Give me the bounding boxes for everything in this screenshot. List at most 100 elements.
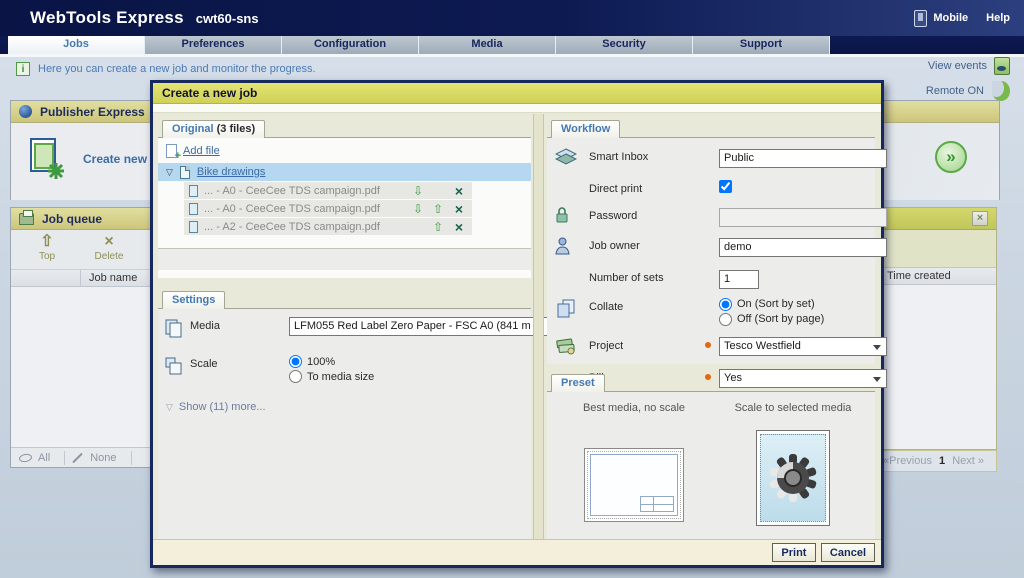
- project-cost-icon: [555, 337, 577, 355]
- move-up-icon[interactable]: ⇧: [431, 202, 445, 216]
- number-of-sets-label: Number of sets: [589, 269, 705, 284]
- direct-print-label: Direct print: [589, 180, 705, 195]
- dialog-strip: [153, 104, 881, 113]
- tab-configuration[interactable]: Configuration: [282, 36, 419, 54]
- tab-security[interactable]: Security: [556, 36, 693, 54]
- scale-to-media-radio[interactable]: To media size: [289, 370, 525, 383]
- smart-inbox-input[interactable]: [719, 149, 887, 168]
- top-bar: WebTools Express cwt60-sns Mobile Help: [0, 0, 1024, 36]
- move-down-icon[interactable]: ⇩: [411, 202, 425, 216]
- media-select[interactable]: LFM055 Red Label Zero Paper - FSC A0 (84…: [289, 317, 550, 336]
- create-job-dialog: Create a new job Original (3 files) Add …: [150, 80, 884, 568]
- printer-icon: [19, 213, 34, 225]
- select-all-icon: [18, 452, 32, 462]
- media-label: Media: [190, 317, 289, 332]
- delete-button[interactable]: × Delete: [83, 233, 135, 269]
- add-file-icon: [166, 144, 177, 158]
- tab-preferences[interactable]: Preferences: [145, 36, 282, 54]
- tab-jobs[interactable]: Jobs: [8, 36, 145, 54]
- original-section: Add file ▽ Bike drawings ... - A0 - CeeC…: [158, 137, 531, 278]
- remove-file-icon[interactable]: ×: [451, 203, 467, 215]
- preset-scale-to-media[interactable]: Scale to selected media: [733, 402, 853, 539]
- settings-section: Media LFM055 Red Label Zero Paper - FSC …: [158, 308, 531, 539]
- project-select[interactable]: Tesco Westfield: [719, 337, 887, 356]
- collate-icon: [555, 298, 577, 318]
- job-queue-select-column: [11, 270, 81, 286]
- select-all-link[interactable]: All: [38, 452, 50, 464]
- preset-best-media-thumbnail[interactable]: [584, 448, 684, 522]
- collate-label: Collate: [589, 298, 705, 313]
- view-events-button[interactable]: View events: [928, 57, 1010, 75]
- file-row[interactable]: ... - A0 - CeeCee TDS campaign.pdf ⇩ ×: [184, 182, 472, 199]
- group-document-icon: [180, 166, 190, 179]
- select-none-icon: [72, 452, 83, 463]
- close-panel-button[interactable]: ×: [972, 211, 988, 226]
- cancel-button[interactable]: Cancel: [821, 543, 875, 562]
- select-none-link[interactable]: None: [90, 452, 116, 464]
- original-file-count: (3 files): [217, 123, 256, 135]
- media-icon: [164, 318, 184, 338]
- scale-label: Scale: [190, 355, 289, 370]
- gear-image: [767, 452, 819, 504]
- job-owner-input[interactable]: [719, 238, 887, 257]
- job-name-column-header[interactable]: Job name: [81, 270, 137, 286]
- pdf-file-icon: [189, 221, 198, 233]
- help-button[interactable]: Help: [986, 12, 1010, 24]
- password-input: [719, 208, 887, 227]
- number-of-sets-input[interactable]: [719, 270, 759, 289]
- print-button[interactable]: Print: [772, 543, 816, 562]
- file-row[interactable]: ... - A2 - CeeCee TDS campaign.pdf ⇧ ×: [184, 218, 472, 235]
- job-owner-label: Job owner: [589, 237, 705, 252]
- file-group-row[interactable]: ▽ Bike drawings: [158, 163, 531, 181]
- remove-file-icon[interactable]: ×: [451, 185, 467, 197]
- info-message: Here you can create a new job and monito…: [38, 63, 316, 75]
- show-more-triangle-icon: ▽: [166, 402, 173, 413]
- app-title: WebTools Express: [30, 8, 184, 28]
- create-new-job-link[interactable]: Create new job: [25, 137, 168, 181]
- remote-crescent-icon: [992, 81, 1010, 101]
- file-row[interactable]: ... - A0 - CeeCee TDS campaign.pdf ⇩ ⇧ ×: [184, 200, 472, 217]
- preset-scale-thumbnail[interactable]: [756, 430, 830, 526]
- dialog-title: Create a new job: [153, 83, 881, 104]
- previous-page-link[interactable]: «Previous: [883, 455, 932, 467]
- top-button[interactable]: ⇧ Top: [21, 233, 73, 269]
- person-icon: [555, 237, 570, 255]
- mobile-label: Mobile: [933, 12, 968, 24]
- tab-workflow[interactable]: Workflow: [551, 120, 620, 138]
- pdf-file-icon: [189, 203, 198, 215]
- create-job-icon: [25, 137, 67, 181]
- remote-toggle[interactable]: Remote ON: [926, 81, 1010, 101]
- remove-file-icon[interactable]: ×: [451, 221, 467, 233]
- time-created-column-header[interactable]: Time created: [887, 268, 951, 284]
- column-splitter[interactable]: [533, 114, 544, 539]
- job-queue-title: Job queue: [42, 212, 102, 226]
- original-section-footer: [158, 248, 531, 270]
- smart-inbox-icon: [555, 148, 577, 166]
- preset-best-media[interactable]: Best media, no scale: [559, 402, 709, 539]
- add-file-button[interactable]: Add file: [158, 141, 531, 163]
- show-more-link[interactable]: ▽ Show (11) more...: [166, 401, 531, 413]
- preset-section: Best media, no scale Scale to selected m…: [547, 391, 875, 539]
- tab-settings[interactable]: Settings: [162, 291, 225, 309]
- collapse-triangle-icon[interactable]: ▽: [166, 167, 173, 178]
- move-down-icon[interactable]: ⇩: [411, 184, 425, 198]
- mobile-button[interactable]: Mobile: [914, 10, 968, 27]
- tab-media[interactable]: Media: [419, 36, 556, 54]
- move-up-icon[interactable]: ⇧: [431, 220, 445, 234]
- scale-100-radio[interactable]: 100%: [289, 355, 525, 368]
- next-page-link[interactable]: Next »: [952, 455, 984, 467]
- delete-x-icon: ×: [83, 233, 135, 251]
- collate-on-radio[interactable]: On (Sort by set): [719, 298, 887, 311]
- tab-original[interactable]: Original (3 files): [162, 120, 265, 138]
- direct-print-checkbox[interactable]: [719, 180, 732, 193]
- main-tabbar: Jobs Preferences Configuration Media Sec…: [0, 36, 1024, 54]
- tab-preset[interactable]: Preset: [551, 374, 605, 392]
- collate-off-radio[interactable]: Off (Sort by page): [719, 313, 887, 326]
- publisher-panel-title: Publisher Express: [40, 105, 145, 119]
- publisher-go-button[interactable]: »: [935, 141, 967, 173]
- file-group-label: Bike drawings: [197, 166, 265, 178]
- page-content: i Here you can create a new job and moni…: [0, 57, 1024, 578]
- project-label: Project: [589, 337, 705, 352]
- tab-support[interactable]: Support: [693, 36, 830, 54]
- workflow-section: Smart Inbox Direct print: [547, 137, 875, 364]
